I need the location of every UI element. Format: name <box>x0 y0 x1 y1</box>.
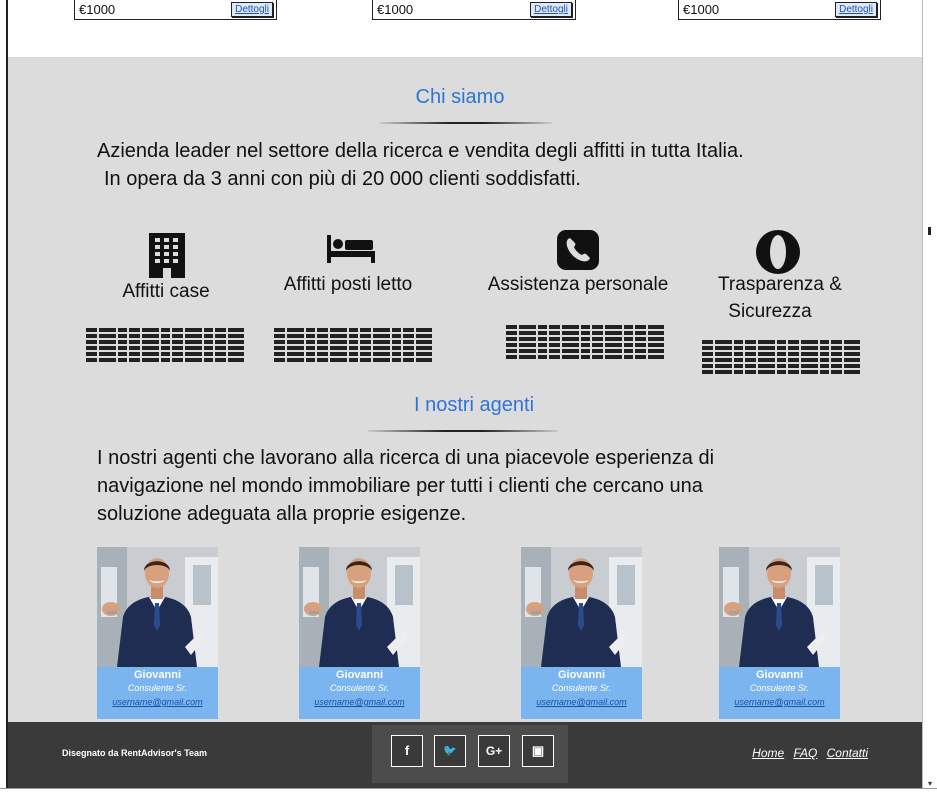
feature-description <box>702 340 860 376</box>
agent-email-link[interactable]: username@gmail.com <box>299 697 420 707</box>
agent-name: Giovanni <box>557 669 606 681</box>
scrollbar-thumb[interactable] <box>928 227 931 235</box>
agent-name: Giovanni <box>133 669 182 681</box>
feature-label: Affitti case <box>122 281 210 302</box>
agent-photo <box>719 547 840 667</box>
youtube-icon[interactable]: ▣ <box>522 735 554 767</box>
social-links: f 🐦 G+ ▣ <box>372 725 568 783</box>
details-button[interactable]: Dettogli <box>231 2 273 17</box>
agents-title: I nostri agenti <box>413 394 535 416</box>
agent-card[interactable]: Giovanni Consulente Sr. username@gmail.c… <box>299 547 420 719</box>
about-text-line1: Azienda leader nel settore della ricerca… <box>97 140 744 162</box>
footer-link-home[interactable]: Home <box>752 746 784 760</box>
agent-card[interactable]: Giovanni Consulente Sr. username@gmail.c… <box>719 547 840 719</box>
footer-nav: Home FAQ Contatti <box>746 746 868 760</box>
footer-link-contacts[interactable]: Contatti <box>827 746 868 760</box>
phone-icon <box>556 229 600 276</box>
agent-role: Consulente Sr. <box>127 683 188 693</box>
agent-name: Giovanni <box>755 669 804 681</box>
bed-icon <box>326 233 376 270</box>
listing-price: €1000 <box>79 2 116 17</box>
agent-role: Consulente Sr. <box>551 683 612 693</box>
footer-credit: Disegnato da RentAdvisor's Team <box>62 748 208 758</box>
details-button[interactable]: Dettogli <box>835 2 877 17</box>
listing-price: €1000 <box>377 2 414 17</box>
agent-email-link[interactable]: username@gmail.com <box>97 697 218 707</box>
agents-text-line2: navigazione nel mondo immobiliare per tu… <box>97 475 703 497</box>
agent-name: Giovanni <box>335 669 384 681</box>
agent-info: Giovanni Consulente Sr. username@gmail.c… <box>521 667 642 719</box>
agent-email-link[interactable]: username@gmail.com <box>521 697 642 707</box>
building-icon <box>148 232 186 284</box>
agent-info: Giovanni Consulente Sr. username@gmail.c… <box>299 667 420 719</box>
google-plus-icon[interactable]: G+ <box>478 735 510 767</box>
footer: Disegnato da RentAdvisor's Team f 🐦 G+ ▣… <box>8 722 922 788</box>
feature-label: Affitti posti letto <box>283 274 413 295</box>
listing-price: €1000 <box>683 2 720 17</box>
agents-title-divider <box>368 430 558 432</box>
agent-role: Consulente Sr. <box>749 683 810 693</box>
about-title-divider <box>380 122 552 124</box>
agent-card[interactable]: Giovanni Consulente Sr. username@gmail.c… <box>521 547 642 719</box>
footer-link-faq[interactable]: FAQ <box>794 746 818 760</box>
facebook-icon[interactable]: f <box>391 735 423 767</box>
about-title: Chi siamo <box>415 86 505 108</box>
agent-info: Giovanni Consulente Sr. username@gmail.c… <box>97 667 218 719</box>
agent-role: Consulente Sr. <box>329 683 390 693</box>
window-frame-bottom <box>0 788 937 795</box>
feature-label-line1: Trasparenza & <box>718 274 842 295</box>
agent-photo <box>299 547 420 667</box>
feature-description <box>86 328 244 364</box>
listing-card: €1000 Dettogli <box>74 0 277 20</box>
feature-description <box>506 325 664 361</box>
feature-label-line2: Sicurezza <box>728 301 812 322</box>
agent-email-link[interactable]: username@gmail.com <box>719 697 840 707</box>
feature-label: Assistenza personale <box>487 274 669 295</box>
listings-strip: €1000 Dettogli €1000 Dettogli €1000 Dett… <box>8 0 922 57</box>
feature-description <box>274 328 432 364</box>
details-button[interactable]: Dettogli <box>530 2 572 17</box>
agent-photo <box>521 547 642 667</box>
agents-text-line1: I nostri agenti che lavorano alla ricerc… <box>97 447 715 469</box>
main-content: Chi siamo Azienda leader nel settore del… <box>8 57 922 722</box>
twitter-icon[interactable]: 🐦 <box>434 735 466 767</box>
agents-text-line3: soluzione adeguata alla proprie esigenze… <box>97 503 467 525</box>
window-frame-left <box>0 0 8 790</box>
about-text-line2: In opera da 3 anni con più di 20 000 cli… <box>104 168 581 190</box>
agent-photo <box>97 547 218 667</box>
agent-info: Giovanni Consulente Sr. username@gmail.c… <box>719 667 840 719</box>
agent-card[interactable]: Giovanni Consulente Sr. username@gmail.c… <box>97 547 218 719</box>
listing-card: €1000 Dettogli <box>678 0 881 20</box>
listing-card: €1000 Dettogli <box>372 0 576 20</box>
vertical-scrollbar[interactable] <box>922 0 937 795</box>
